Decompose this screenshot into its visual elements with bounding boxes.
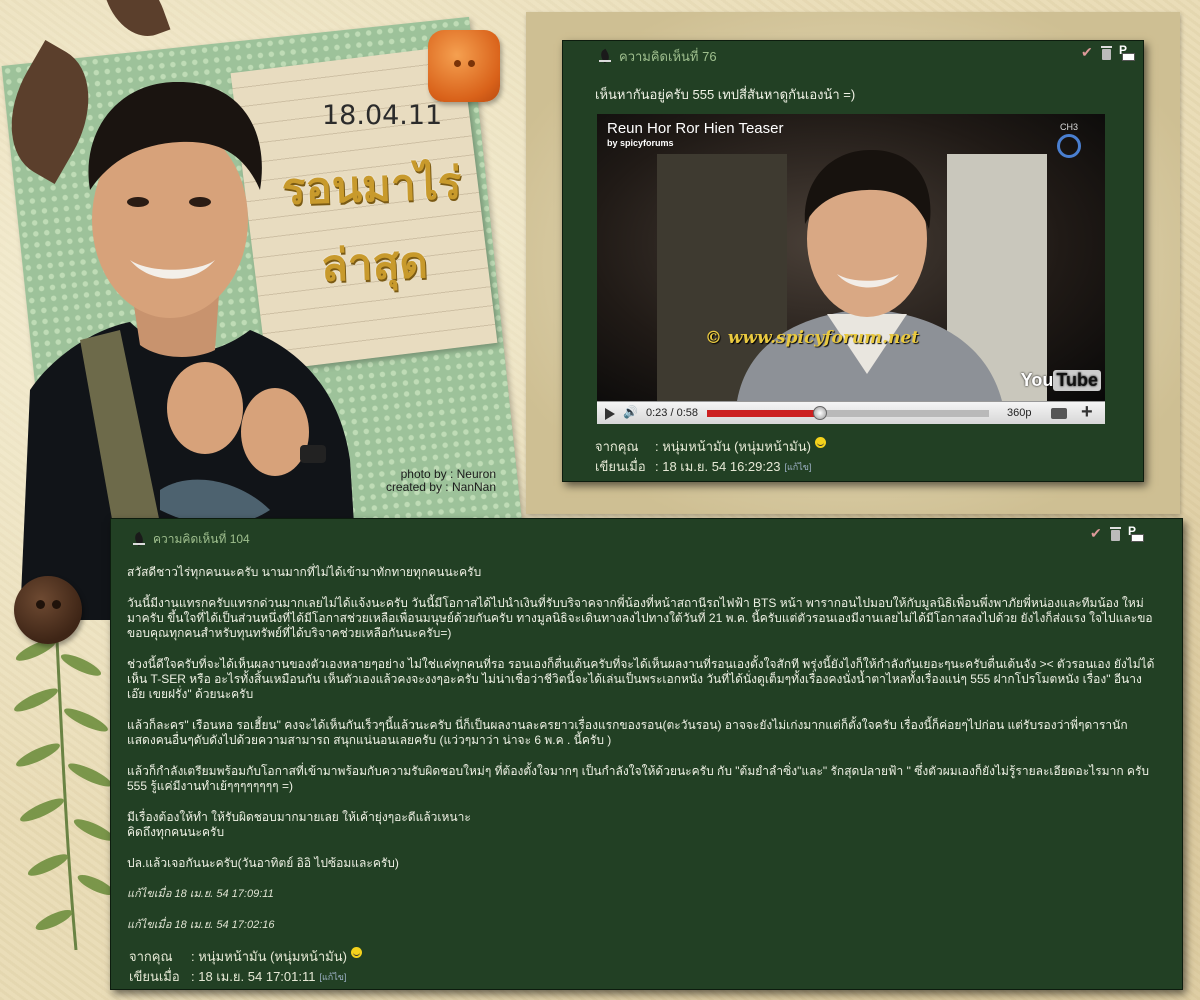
signoff: ปล.แล้วเจอกันนะครับ(วันอาทิตย์ อิอิ ไปซ้…: [127, 856, 399, 870]
private-message-icon[interactable]: [1128, 524, 1144, 542]
timestamp-label: เขียนเมื่อ: [595, 459, 646, 474]
vote-icon[interactable]: [1081, 44, 1095, 61]
volume-icon[interactable]: [619, 402, 641, 425]
paragraph: วันนี้มีงานแทรกครับแทรกด่วนมากเลยไม่ได้แ…: [127, 596, 1153, 640]
youtube-logo[interactable]: You Tube: [1021, 370, 1101, 391]
comment-meta: จากคุณ : หนุ่มหน้ามัน (หนุ่มหน้ามัน) เขี…: [129, 947, 362, 987]
comment-tools: [1081, 43, 1135, 61]
video-uploader[interactable]: by spicyforums: [607, 138, 674, 148]
timestamp: : 18 เม.ย. 54 16:29:23: [655, 459, 781, 474]
comment-text: เห็นหากันอยู่ครับ 555 เทปสี่สันหาดูกันเอ…: [595, 87, 856, 102]
brown-button-decoration: [14, 576, 82, 644]
video-title[interactable]: Reun Hor Ror Hien Teaser: [607, 120, 783, 137]
private-message-icon[interactable]: [1119, 43, 1135, 61]
comment-header: ความคิดเห็นที่ 104: [133, 529, 250, 549]
author-row: จากคุณ : หนุ่มหน้ามัน (หนุ่มหน้ามัน): [129, 947, 362, 967]
timestamp-row: เขียนเมื่อ : 18 เม.ย. 54 17:01:11 [แก้ไข…: [129, 967, 362, 987]
author-row: จากคุณ : หนุ่มหน้ามัน (หนุ่มหน้ามัน): [595, 437, 826, 457]
comment-number: ความคิดเห็นที่ 76: [619, 48, 717, 64]
edit-note: แก้ไขเมื่อ 18 เม.ย. 54 17:09:11: [127, 888, 274, 900]
smiley-icon: [350, 947, 362, 958]
author-label: จากคุณ: [129, 949, 173, 964]
author-name[interactable]: : หนุ่มหน้ามัน (หนุ่มหน้ามัน): [191, 947, 347, 967]
video-controls: 0:23 / 0:58 360p: [597, 401, 1105, 424]
edit-link[interactable]: [แก้ไข]: [784, 457, 811, 477]
title-line-2: ล่าสุด: [319, 237, 429, 292]
video-player[interactable]: Reun Hor Ror Hien Teaser by spicyforums …: [597, 114, 1105, 424]
comment-tools: [1090, 524, 1144, 542]
youtube-logo-tube: Tube: [1053, 370, 1101, 391]
quill-icon: [599, 49, 613, 63]
video-progress-fill: [707, 409, 820, 417]
comment-number: ความคิดเห็นที่ 104: [153, 531, 250, 546]
channel-logo: CH3: [1043, 122, 1095, 156]
vote-icon[interactable]: [1090, 525, 1104, 542]
orange-button-decoration: [428, 30, 500, 102]
video-progress-bar[interactable]: [707, 405, 989, 420]
paragraph: แล้วก็ละคร" เรือนหอ รอเฮี้ยน" คงจะได้เห็…: [127, 718, 1128, 747]
youtube-logo-you: You: [1020, 370, 1054, 390]
timestamp-row: เขียนเมื่อ : 18 เม.ย. 54 16:29:23 [แก้ไข…: [595, 457, 826, 477]
paragraph: ช่วงนี้ดีใจครับที่จะได้เห็นผลงานของตัวเอ…: [127, 657, 1155, 701]
paragraph: มีเรื่องต้องให้ทำ ให้รับผิดชอบมากมายเลย …: [127, 810, 471, 824]
fullscreen-icon[interactable]: [1075, 401, 1099, 425]
comment-body: สวัสดีชาวไร่ทุกคนนะครับ นานมากที่ไม่ได้เ…: [127, 565, 1157, 949]
video-progress-knob[interactable]: [812, 405, 827, 420]
leaf-decoration: [99, 0, 171, 47]
post-date: 18.04.11: [322, 100, 443, 131]
delete-icon[interactable]: [1109, 527, 1123, 541]
paragraph: คิดถึงทุกคนนะครับ: [127, 825, 225, 839]
expand-icon[interactable]: [1047, 402, 1071, 425]
edit-note: แก้ไขเมื่อ 18 เม.ย. 54 17:02:16: [127, 919, 275, 931]
edit-link[interactable]: [แก้ไข]: [319, 967, 346, 987]
video-watermark: © www.spicyforum.net: [705, 328, 920, 348]
comment-meta: จากคุณ : หนุ่มหน้ามัน (หนุ่มหน้ามัน) เขี…: [595, 437, 826, 477]
timestamp: : 18 เม.ย. 54 17:01:11: [191, 969, 316, 984]
credit-created: created by : NanNan: [385, 480, 496, 494]
fern-decoration: [14, 620, 115, 950]
comment-76: ความคิดเห็นที่ 76 เห็นหากันอยู่ครับ 555 …: [562, 40, 1144, 482]
paragraph: แล้วก็กำลังเตรียมพร้อมกับโอกาสที่เข้ามาพ…: [127, 764, 1150, 793]
photo-credit: photo by : Neuron created by : NanNan: [360, 468, 496, 494]
timestamp-label: เขียนเมื่อ: [129, 969, 180, 984]
quill-icon: [133, 532, 147, 546]
video-subject: [737, 149, 1002, 401]
smiley-icon: [814, 437, 826, 448]
author-name[interactable]: : หนุ่มหน้ามัน (หนุ่มหน้ามัน): [655, 437, 811, 457]
author-label: จากคุณ: [595, 439, 639, 454]
play-icon[interactable]: [599, 402, 619, 425]
video-time: 0:23 / 0:58: [646, 407, 698, 419]
video-frame[interactable]: Reun Hor Ror Hien Teaser by spicyforums …: [597, 114, 1105, 401]
title-line-1: รอนมาไร่: [280, 157, 463, 216]
comment-header: ความคิดเห็นที่ 76: [599, 46, 717, 66]
delete-icon[interactable]: [1100, 46, 1114, 60]
paragraph: สวัสดีชาวไร่ทุกคนนะครับ นานมากที่ไม่ได้เ…: [127, 565, 482, 579]
page-title: รอนมาไร่ ล่าสุด: [255, 144, 490, 308]
comment-104: ความคิดเห็นที่ 104 สวัสดีชาวไร่ทุกคนนะคร…: [110, 518, 1183, 990]
video-quality-selector[interactable]: 360p: [1007, 407, 1043, 419]
